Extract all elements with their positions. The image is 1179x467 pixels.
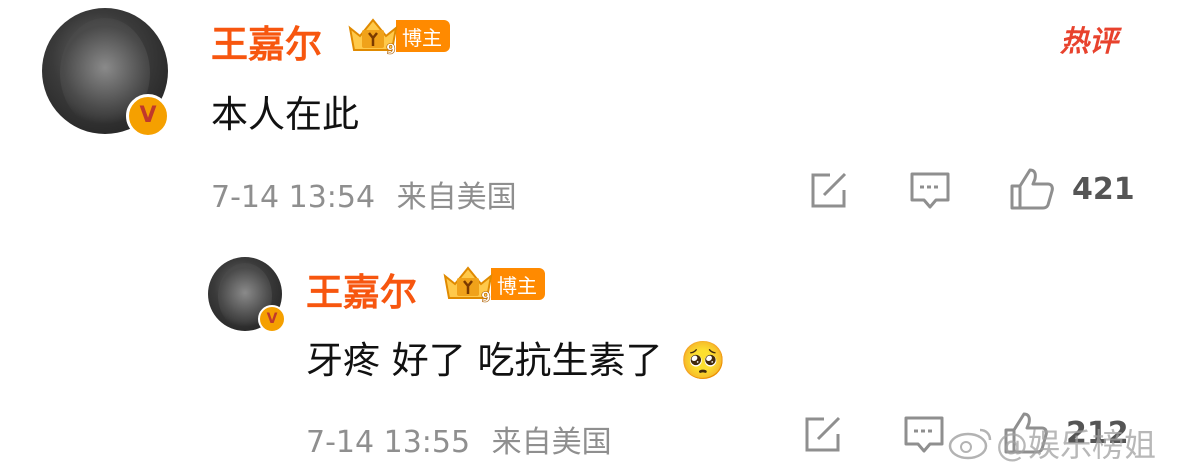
comment-text: 本人在此 (211, 93, 359, 136)
svg-text:9: 9 (386, 42, 396, 56)
location: 来自美国 (396, 180, 517, 215)
username[interactable]: 王嘉尔 (211, 14, 322, 68)
verified-icon: V (258, 305, 286, 333)
reply-text-content: 牙疼 好了 吃抗生素了 (306, 339, 663, 382)
reply-username[interactable]: 王嘉尔 (306, 262, 417, 316)
like-icon[interactable] (1008, 166, 1056, 212)
blogger-badge: 9 博主 (346, 17, 450, 56)
share-icon[interactable] (808, 170, 850, 210)
comment-icon[interactable] (908, 170, 952, 212)
svg-text:9: 9 (481, 290, 491, 304)
time: 7-14 13:55 (306, 425, 471, 460)
badge-label: 博主 (491, 268, 545, 300)
weibo-logo-icon (948, 428, 992, 460)
pleading-face-emoji: 🥺 (680, 339, 727, 382)
time: 7-14 13:54 (211, 180, 376, 215)
reply-blogger-badge: 9 博主 (441, 265, 545, 304)
share-icon[interactable] (802, 414, 844, 454)
timestamp: 7-14 13:54 来自美国 (211, 172, 517, 216)
reply-text: 牙疼 好了 吃抗生素了 🥺 (306, 330, 726, 384)
location: 来自美国 (491, 425, 612, 460)
like-count: 421 (1072, 172, 1135, 207)
watermark: @娱乐榜姐 (996, 426, 1157, 464)
crown-badge-icon: 9 (348, 18, 398, 56)
verified-icon: V (126, 94, 170, 138)
reply-timestamp: 7-14 13:55 来自美国 (306, 417, 612, 461)
crown-badge-icon: 9 (443, 266, 493, 304)
comment-icon[interactable] (902, 414, 946, 456)
hot-comment-label: 热评 (1060, 24, 1119, 58)
badge-label: 博主 (396, 20, 450, 52)
